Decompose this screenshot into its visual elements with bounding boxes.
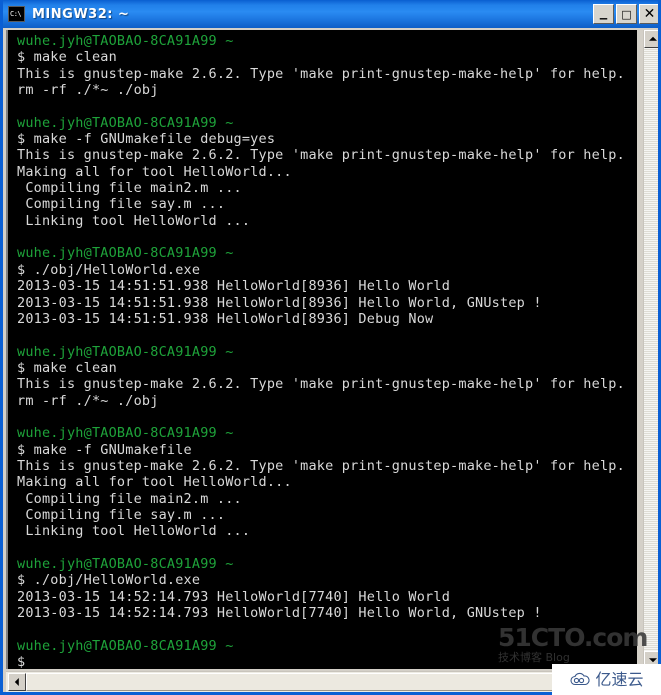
terminal-line: 2013-03-15 14:51:51.938 HelloWorld[8936]… <box>17 294 542 311</box>
terminal-line: wuhe.jyh@TAOBAO-8CA91A99 ~ <box>17 556 234 572</box>
terminal-line: Compiling file say.m ... <box>17 196 226 213</box>
terminal-line: $ make clean <box>17 49 117 66</box>
terminal-output: wuhe.jyh@TAOBAO-8CA91A99 ~ $ make clean Th… <box>17 33 637 669</box>
window-client-area: wuhe.jyh@TAOBAO-8CA91A99 ~ $ make clean Th… <box>6 28 658 692</box>
scroll-left-button[interactable] <box>8 673 26 691</box>
terminal-line: $ make -f GNUmakefile <box>17 441 192 458</box>
horizontal-scroll-thumb[interactable] <box>26 673 638 691</box>
terminal-line: 2013-03-15 14:51:51.938 HelloWorld[8936]… <box>17 278 451 295</box>
console-icon <box>8 6 25 22</box>
terminal-line: wuhe.jyh@TAOBAO-8CA91A99 ~ <box>17 114 234 131</box>
watermark-yisuyun-label: 亿速云 <box>595 669 644 689</box>
terminal-line: Linking tool HelloWorld ... <box>17 523 251 540</box>
terminal-line: 2013-03-15 14:52:14.793 HelloWorld[7740]… <box>17 588 451 605</box>
chevron-left-icon <box>14 678 19 686</box>
terminal-line: wuhe.jyh@TAOBAO-8CA91A99 ~ <box>17 343 234 360</box>
terminal-line: Making all for tool HelloWorld... <box>17 163 292 180</box>
terminal-line: wuhe.jyh@TAOBAO-8CA91A99 ~ <box>17 425 234 442</box>
chevron-down-icon <box>649 658 657 663</box>
terminal-line: Compiling file main2.m ... <box>17 180 242 197</box>
terminal-line: wuhe.jyh@TAOBAO-8CA91A99 ~ <box>17 245 234 262</box>
terminal-line: Making all for tool HelloWorld... <box>17 474 292 491</box>
chevron-up-icon <box>649 36 657 41</box>
mingw32-terminal-window: MINGW32: ~ _ □ ✕ wuhe.jyh@TAOBAO-8CA91A9… <box>0 0 661 695</box>
maximize-icon: □ <box>621 8 632 21</box>
terminal-console[interactable]: wuhe.jyh@TAOBAO-8CA91A99 ~ $ make clean Th… <box>6 30 637 669</box>
terminal-line: $ make -f GNUmakefile debug=yes <box>17 131 276 148</box>
terminal-line: This is gnustep-make 2.6.2. Type 'make p… <box>17 65 625 82</box>
maximize-button[interactable]: □ <box>616 4 637 24</box>
window-controls: _ □ ✕ <box>593 4 658 24</box>
close-icon: ✕ <box>643 6 656 22</box>
terminal-line: $ make clean <box>17 359 117 376</box>
title-bar[interactable]: MINGW32: ~ _ □ ✕ <box>3 0 658 28</box>
minimize-button[interactable]: _ <box>593 4 614 24</box>
terminal-line: Compiling file say.m ... <box>17 506 226 523</box>
minimize-icon: _ <box>599 2 608 20</box>
scroll-up-button[interactable] <box>644 30 658 48</box>
terminal-line: 2013-03-15 14:51:51.938 HelloWorld[8936]… <box>17 310 434 327</box>
window-title: MINGW32: ~ <box>32 6 130 22</box>
vertical-scrollbar[interactable] <box>643 30 658 669</box>
terminal-line: Compiling file main2.m ... <box>17 490 242 507</box>
terminal-line: rm -rf ./*~ ./obj <box>17 82 159 99</box>
terminal-line: This is gnustep-make 2.6.2. Type 'make p… <box>17 457 625 474</box>
terminal-line: rm -rf ./*~ ./obj <box>17 392 159 409</box>
terminal-line: $ <box>17 654 26 669</box>
watermark-yisuyun: 亿速云 <box>552 664 661 695</box>
terminal-line: $ ./obj/HelloWorld.exe <box>17 261 201 278</box>
terminal-line: Linking tool HelloWorld ... <box>17 212 251 229</box>
terminal-line: wuhe.jyh@TAOBAO-8CA91A99 ~ <box>17 637 234 654</box>
terminal-line: $ ./obj/HelloWorld.exe <box>17 572 201 589</box>
terminal-line: This is gnustep-make 2.6.2. Type 'make p… <box>17 376 625 393</box>
close-button[interactable]: ✕ <box>639 4 658 24</box>
terminal-line: 2013-03-15 14:52:14.793 HelloWorld[7740]… <box>17 605 542 622</box>
cloud-icon <box>570 672 591 686</box>
terminal-line: This is gnustep-make 2.6.2. Type 'make p… <box>17 147 625 164</box>
terminal-line: wuhe.jyh@TAOBAO-8CA91A99 ~ <box>17 33 234 49</box>
